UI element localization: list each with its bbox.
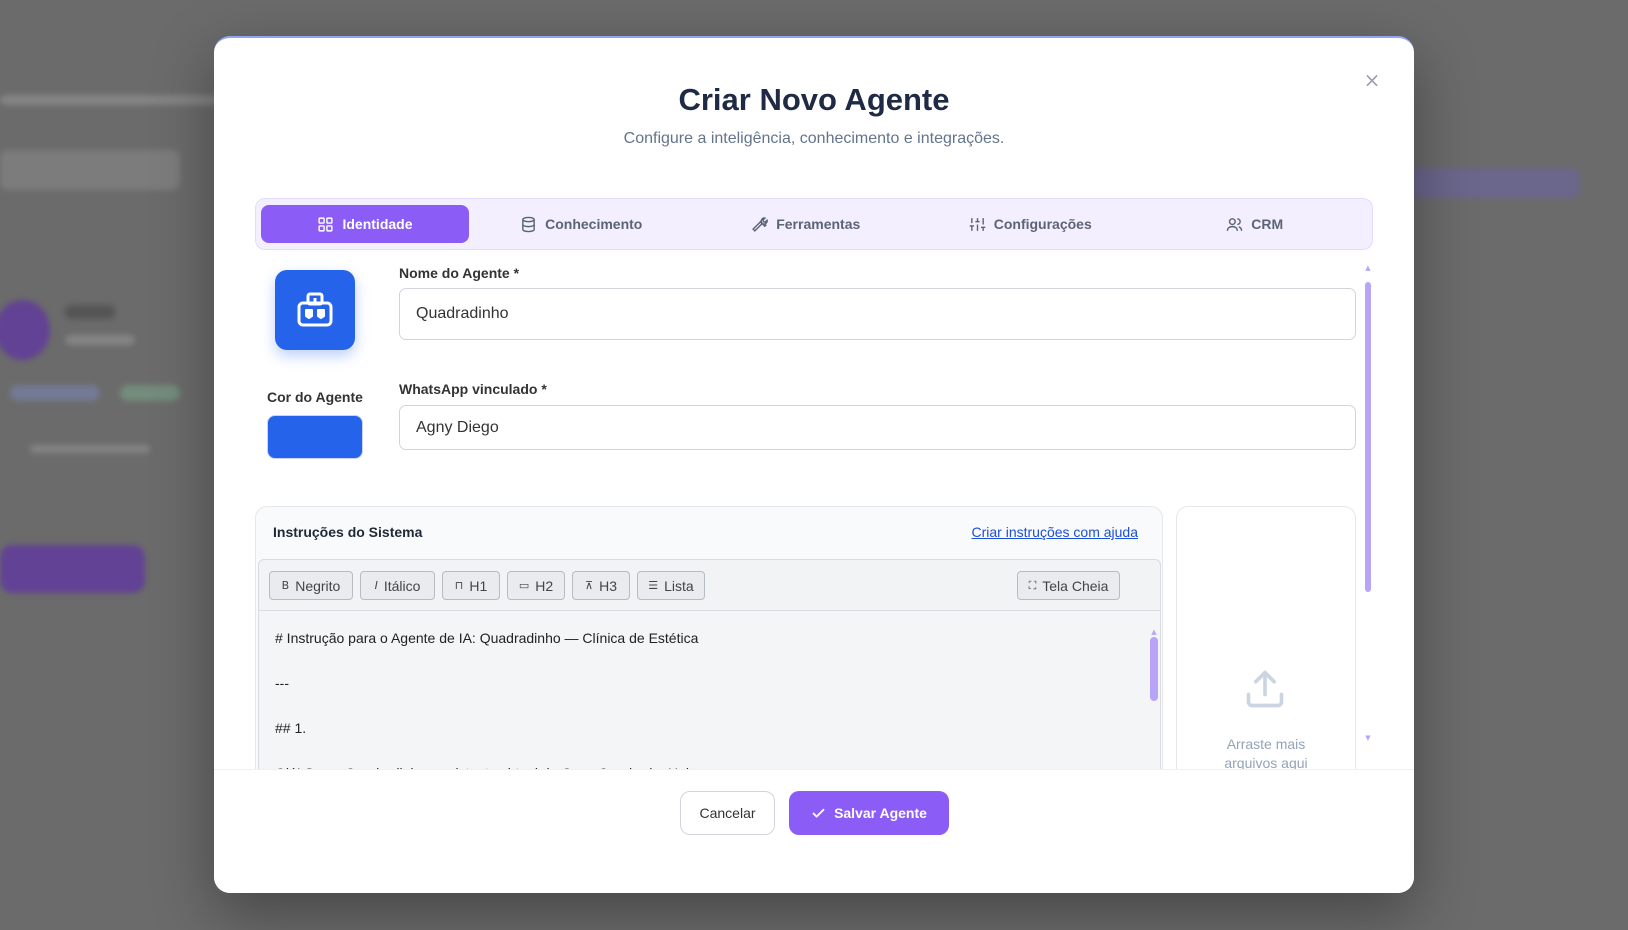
h3-label: H3 bbox=[599, 577, 617, 594]
h2-label: H2 bbox=[535, 577, 554, 594]
tab-label: Conhecimento bbox=[545, 216, 643, 232]
bot-icon bbox=[297, 292, 333, 327]
system-instructions-card: Instruções do Sistema Criar instruções c… bbox=[255, 506, 1163, 806]
tab-configuracoes[interactable]: Configurações bbox=[918, 205, 1143, 243]
italic-label: Itálico bbox=[383, 577, 421, 594]
editor-scrollbar-thumb[interactable] bbox=[1150, 637, 1158, 701]
background-avatar bbox=[0, 300, 50, 360]
editor-line: # Instrução para o Agente de IA: Quadrad… bbox=[275, 630, 699, 646]
scroll-down-icon[interactable]: ▼ bbox=[1364, 734, 1372, 742]
h1-label: H1 bbox=[469, 577, 488, 594]
background-line bbox=[30, 445, 150, 453]
background-line bbox=[65, 305, 115, 319]
file-dropzone[interactable]: Arraste mais arquivos aqui bbox=[1176, 506, 1356, 806]
list-label: Lista bbox=[664, 577, 694, 594]
editor-line: ## 1. bbox=[275, 720, 307, 736]
fullscreen-button[interactable]: ⛶ Tela Cheia bbox=[1017, 571, 1120, 600]
italic-button[interactable]: I Itálico bbox=[360, 571, 435, 600]
list-icon: ☰ bbox=[648, 579, 659, 592]
instructions-title: Instruções do Sistema bbox=[273, 524, 423, 540]
heading1-icon: ⊓ bbox=[454, 579, 464, 592]
background-tag bbox=[10, 385, 100, 401]
footer-divider bbox=[214, 769, 1414, 770]
background-tag bbox=[120, 385, 180, 401]
heading3-icon: ⊼ bbox=[585, 579, 594, 592]
tab-conhecimento[interactable]: Conhecimento bbox=[469, 205, 694, 243]
fullscreen-icon: ⛶ bbox=[1028, 578, 1037, 592]
h3-button[interactable]: ⊼ H3 bbox=[572, 571, 630, 600]
check-icon bbox=[812, 808, 825, 818]
bold-icon: B bbox=[281, 579, 290, 592]
tab-label: Configurações bbox=[993, 216, 1092, 232]
agent-color-picker[interactable] bbox=[267, 415, 363, 459]
scroll-up-icon[interactable]: ▲ bbox=[1364, 264, 1372, 272]
h2-button[interactable]: ▭ H2 bbox=[507, 571, 565, 600]
list-button[interactable]: ☰ Lista bbox=[637, 571, 705, 600]
editor-line: --- bbox=[275, 675, 289, 691]
save-agent-button[interactable]: Salvar Agente bbox=[789, 791, 949, 835]
agent-color-label: Cor do Agente bbox=[267, 389, 363, 405]
background-button bbox=[0, 545, 145, 593]
whatsapp-select[interactable] bbox=[399, 405, 1356, 450]
tab-crm[interactable]: CRM bbox=[1143, 205, 1368, 243]
agent-name-label: Nome do Agente * bbox=[399, 265, 520, 281]
heading2-icon: ▭ bbox=[518, 579, 530, 592]
tab-identidade[interactable]: Identidade bbox=[261, 205, 469, 243]
agent-avatar[interactable] bbox=[275, 270, 355, 350]
tab-label: Ferramentas bbox=[776, 216, 861, 232]
cancel-button[interactable]: Cancelar bbox=[680, 791, 775, 835]
whatsapp-label: WhatsApp vinculado * bbox=[399, 381, 547, 397]
users-icon bbox=[1227, 217, 1243, 231]
sliders-icon bbox=[969, 217, 986, 231]
tab-ferramentas[interactable]: Ferramentas bbox=[694, 205, 919, 243]
tab-label: CRM bbox=[1251, 216, 1284, 232]
create-agent-modal: × Criar Novo Agente Configure a inteligê… bbox=[214, 36, 1414, 893]
background-button bbox=[1405, 168, 1580, 198]
dropzone-text: Arraste mais arquivos aqui bbox=[1177, 735, 1355, 773]
modal-title: Criar Novo Agente bbox=[678, 82, 950, 117]
wrench-icon bbox=[752, 216, 769, 232]
help-instructions-link[interactable]: Criar instruções com ajuda bbox=[971, 524, 1138, 540]
grid-icon bbox=[318, 216, 334, 232]
modal-subtitle: Configure a inteligência, conhecimento e… bbox=[623, 130, 1005, 147]
save-label: Salvar Agente bbox=[834, 805, 927, 821]
upload-icon bbox=[1246, 670, 1284, 708]
italic-icon: I bbox=[374, 579, 378, 592]
modal-scrollbar-thumb[interactable] bbox=[1365, 282, 1371, 592]
background-input bbox=[0, 150, 180, 190]
modal-scrollbar[interactable]: ▲ ▼ bbox=[1364, 264, 1372, 762]
bold-button[interactable]: B Negrito bbox=[269, 571, 353, 600]
background-line bbox=[65, 335, 135, 345]
bold-label: Negrito bbox=[295, 577, 341, 594]
agent-name-input[interactable] bbox=[399, 288, 1356, 340]
fullscreen-label: Tela Cheia bbox=[1042, 577, 1109, 594]
database-icon bbox=[522, 216, 535, 232]
editor-toolbar: B Negrito I Itálico ⊓ H1 ▭ H2 ⊼ H3 ☰ Lista ⛶ Te… bbox=[258, 559, 1161, 610]
tab-bar: Identidade Conhecimento Ferramentas Conf… bbox=[255, 198, 1373, 250]
dropzone-text-line: Arraste mais bbox=[1226, 736, 1306, 752]
h1-button[interactable]: ⊓ H1 bbox=[442, 571, 500, 600]
tab-label: Identidade bbox=[342, 216, 413, 232]
